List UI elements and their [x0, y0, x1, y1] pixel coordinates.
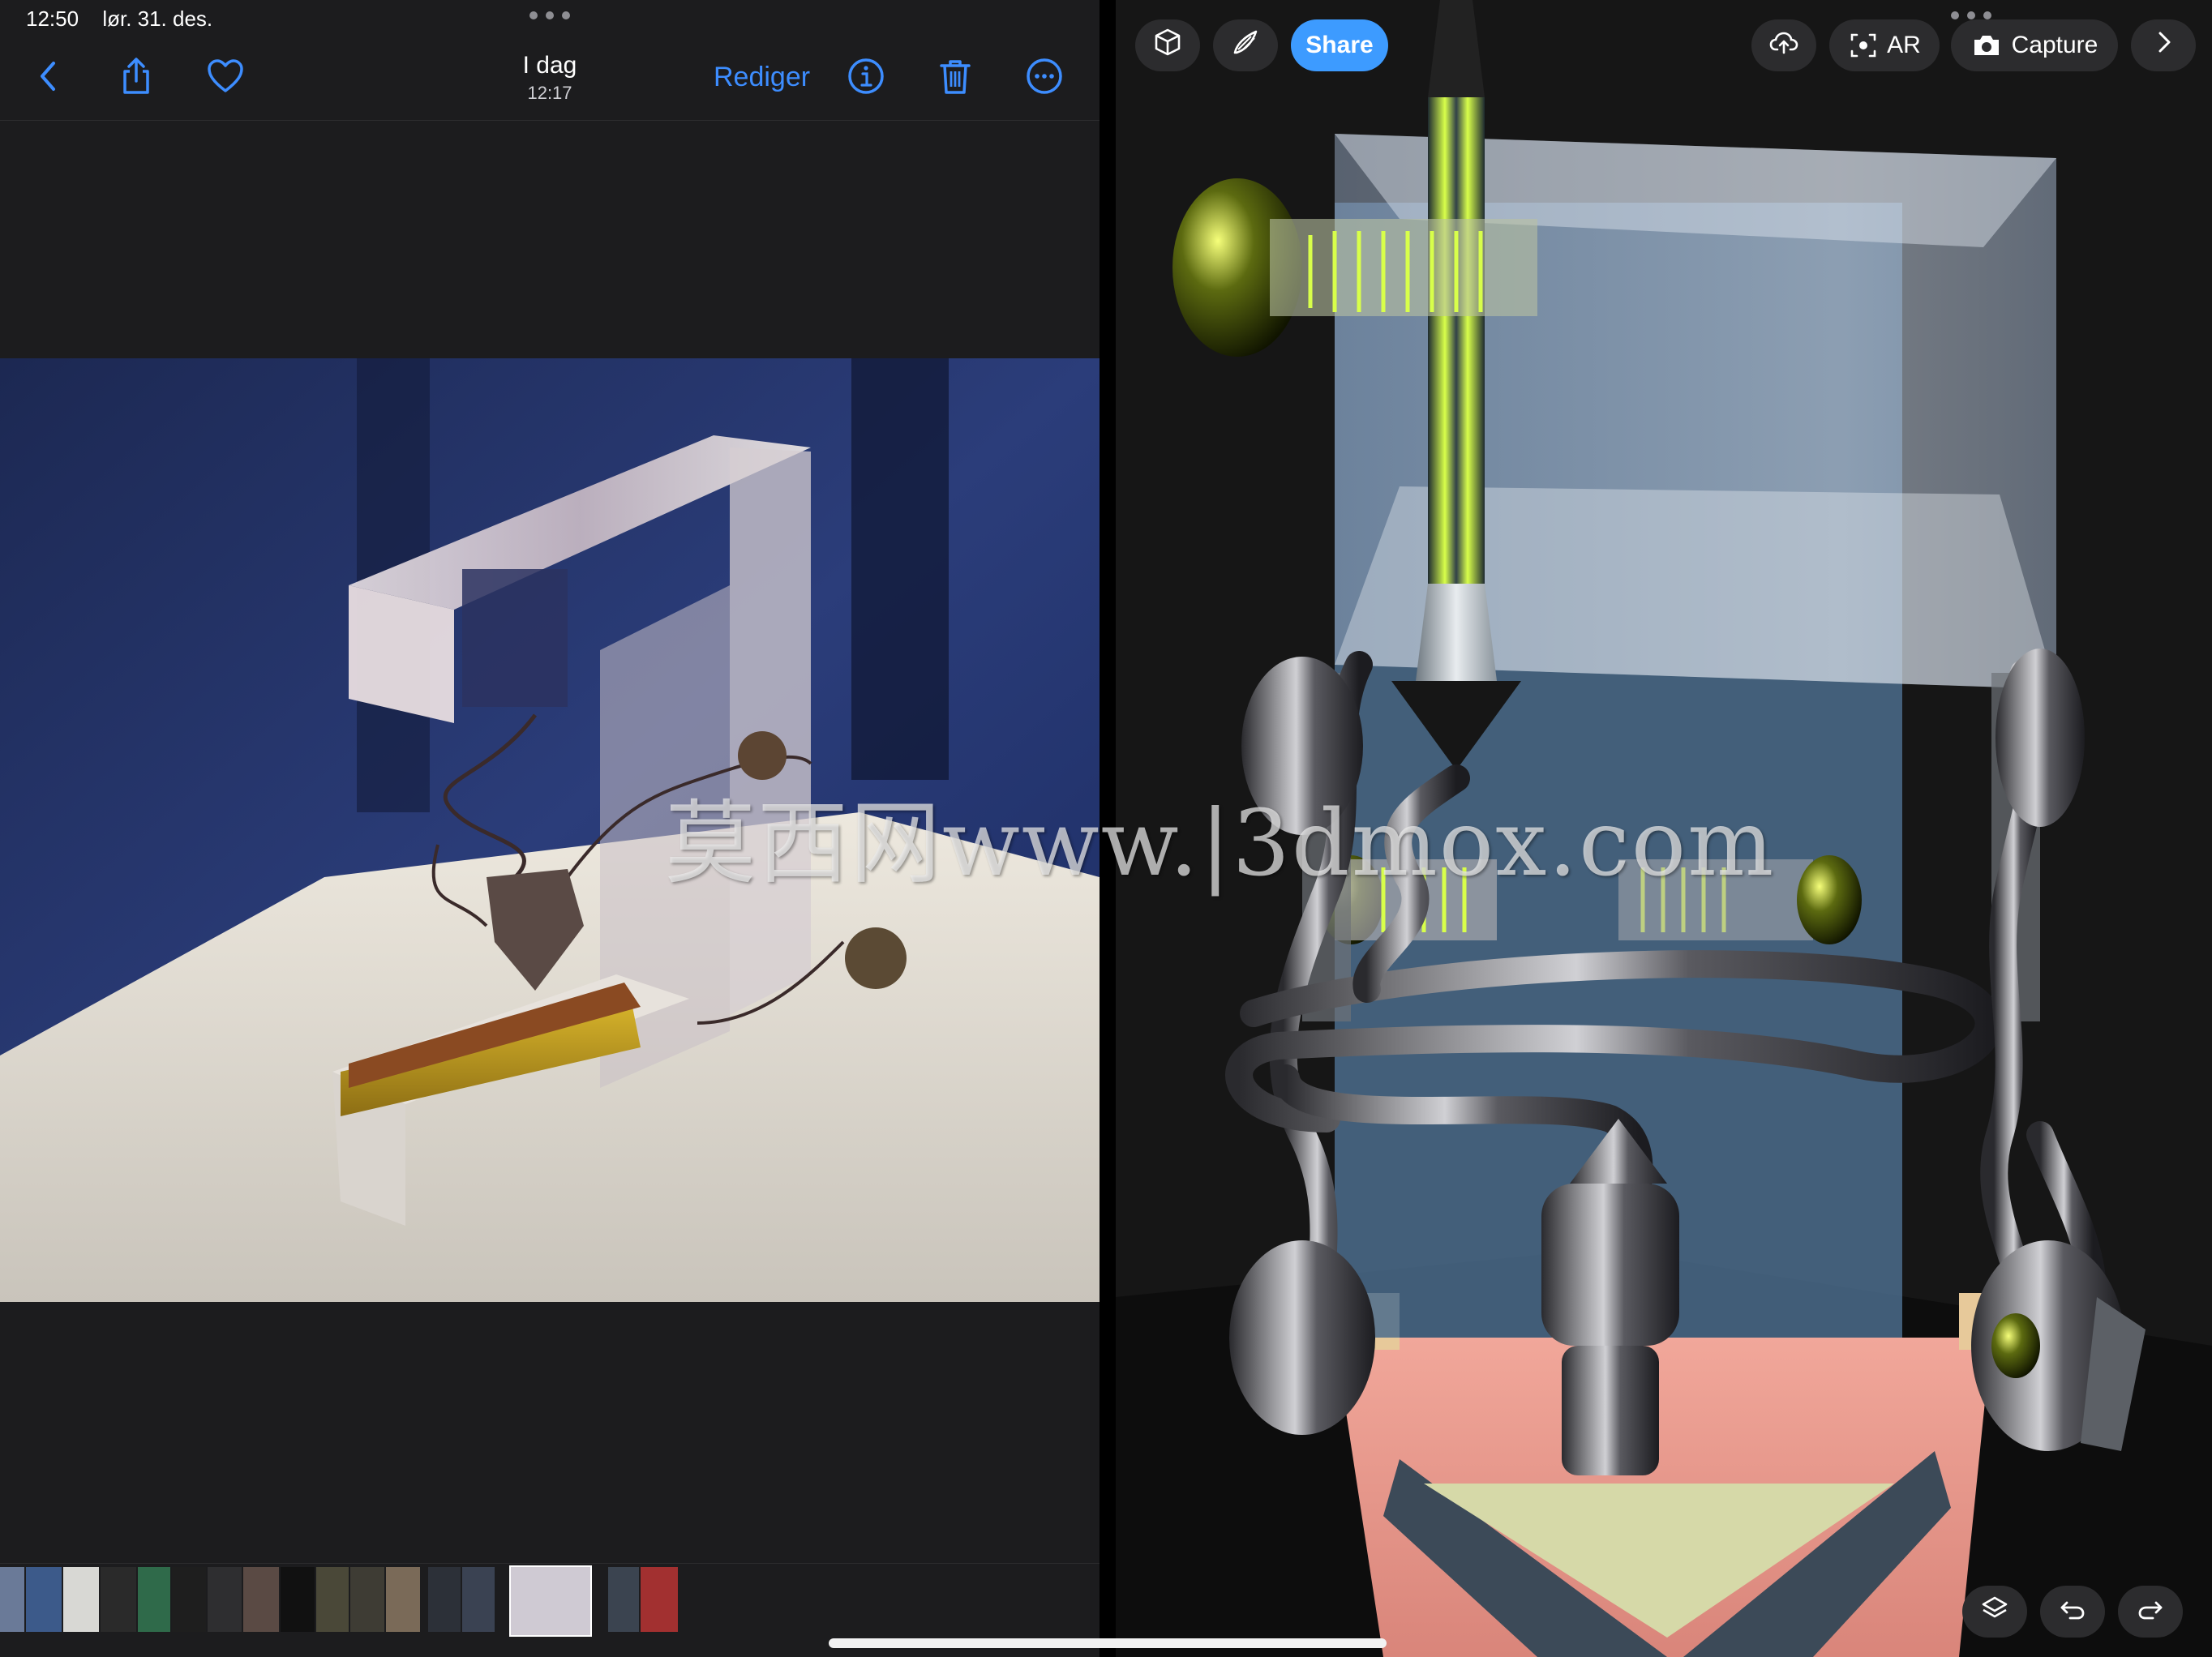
- filmstrip-thumbnail[interactable]: [101, 1567, 136, 1632]
- capture-button[interactable]: Capture: [1951, 19, 2118, 71]
- redo-icon: [2135, 1593, 2166, 1630]
- ar-button[interactable]: AR: [1829, 19, 1940, 71]
- undo-button[interactable]: [2040, 1586, 2105, 1638]
- filmstrip-thumbnail[interactable]: [641, 1567, 678, 1632]
- filmstrip-thumbnail-selected[interactable]: [509, 1565, 592, 1637]
- photo-filmstrip[interactable]: [0, 1563, 1100, 1640]
- filmstrip-thumbnail[interactable]: [208, 1567, 242, 1632]
- photos-navbar: I dag 12:17 Rediger: [0, 0, 1100, 121]
- share-icon[interactable]: [114, 54, 159, 99]
- material-brush-icon: [1230, 27, 1261, 64]
- filmstrip-thumbnail[interactable]: [281, 1567, 315, 1632]
- filmstrip-thumbnail[interactable]: [26, 1567, 62, 1632]
- filmstrip-thumbnail[interactable]: [63, 1567, 99, 1632]
- photo-time-subtitle: 12:17: [527, 83, 572, 103]
- redo-button[interactable]: [2118, 1586, 2183, 1638]
- camera-icon: [1971, 30, 2002, 61]
- layers-icon: [1979, 1593, 2010, 1630]
- filmstrip-thumbnail[interactable]: [172, 1567, 206, 1632]
- filmstrip-thumbnail[interactable]: [428, 1567, 461, 1632]
- filmstrip-thumbnail[interactable]: [462, 1567, 495, 1632]
- back-chevron-icon[interactable]: [26, 54, 71, 99]
- filmstrip-thumbnail[interactable]: [0, 1567, 24, 1632]
- filmstrip-thumbnail[interactable]: [243, 1567, 279, 1632]
- next-chevron-button[interactable]: [2131, 19, 2196, 71]
- filmstrip-thumbnail[interactable]: [608, 1567, 639, 1632]
- more-icon[interactable]: [1022, 54, 1067, 99]
- cube-icon: [1152, 27, 1183, 64]
- info-icon[interactable]: [843, 54, 889, 99]
- share-button[interactable]: Share: [1291, 19, 1388, 71]
- material-button[interactable]: [1213, 19, 1278, 71]
- capture-label: Capture: [2011, 32, 2098, 58]
- ar-label: AR: [1887, 32, 1921, 58]
- photo-title: I dag 12:17: [454, 52, 645, 104]
- heart-icon[interactable]: [203, 54, 248, 99]
- undo-icon: [2057, 1593, 2088, 1630]
- upload-button[interactable]: [1751, 19, 1816, 71]
- filmstrip-thumbnail[interactable]: [350, 1567, 384, 1632]
- trash-icon[interactable]: [932, 54, 978, 99]
- filmstrip-thumbnail[interactable]: [316, 1567, 349, 1632]
- layers-button[interactable]: [1962, 1586, 2027, 1638]
- filmstrip-thumbnail[interactable]: [386, 1567, 420, 1632]
- edit-button[interactable]: Rediger: [714, 62, 810, 93]
- 3d-object-button[interactable]: [1135, 19, 1200, 71]
- home-indicator[interactable]: [829, 1638, 1387, 1648]
- photo-date-title: I dag: [522, 52, 577, 79]
- site-watermark: 莫西网www.|3dmox.com: [665, 791, 1776, 897]
- filmstrip-thumbnail[interactable]: [138, 1567, 170, 1632]
- chevron-right-icon: [2148, 27, 2179, 64]
- cloud-upload-icon: [1768, 27, 1799, 64]
- ar-scan-icon: [1848, 30, 1879, 61]
